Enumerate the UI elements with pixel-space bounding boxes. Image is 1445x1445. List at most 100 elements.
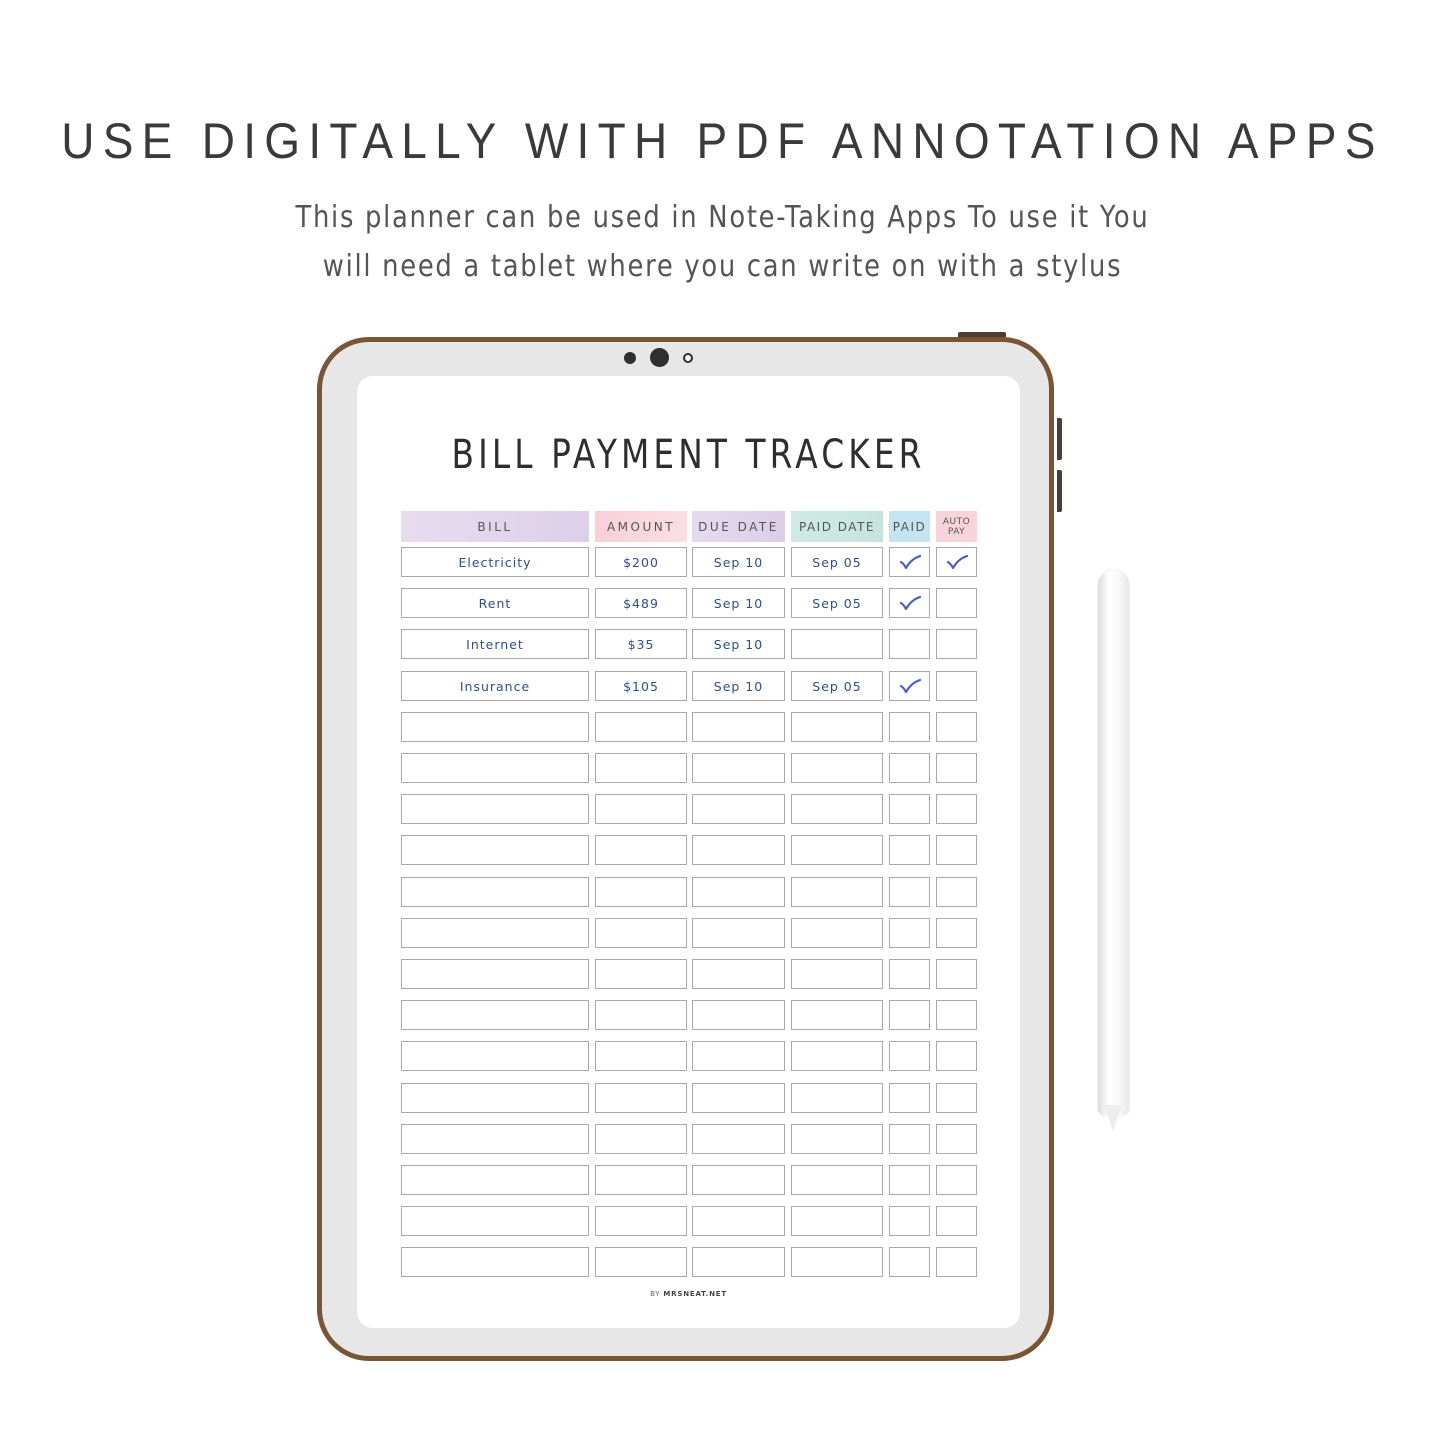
cell-auto-pay[interactable] (936, 588, 977, 618)
cell-paid-date[interactable] (791, 1000, 883, 1030)
cell-paid[interactable] (889, 959, 930, 989)
cell-bill[interactable] (401, 1083, 589, 1113)
cell-bill[interactable] (401, 1165, 589, 1195)
cell-due-date[interactable] (692, 1124, 785, 1154)
cell-due-date[interactable]: Sep 10 (692, 547, 785, 577)
cell-paid-date[interactable] (791, 835, 883, 865)
cell-auto-pay[interactable] (936, 794, 977, 824)
cell-paid-date[interactable] (791, 918, 883, 948)
cell-paid[interactable] (889, 629, 930, 659)
cell-due-date[interactable] (692, 1206, 785, 1236)
cell-paid[interactable] (889, 918, 930, 948)
cell-auto-pay[interactable] (936, 1041, 977, 1071)
cell-paid[interactable] (889, 547, 930, 577)
cell-bill[interactable] (401, 835, 589, 865)
cell-paid[interactable] (889, 1041, 930, 1071)
cell-bill[interactable]: Insurance (401, 671, 589, 701)
cell-due-date[interactable] (692, 1083, 785, 1113)
cell-paid-date[interactable] (791, 1124, 883, 1154)
cell-paid-date[interactable]: Sep 05 (791, 547, 883, 577)
cell-paid-date[interactable] (791, 1247, 883, 1277)
cell-auto-pay[interactable] (936, 547, 977, 577)
cell-auto-pay[interactable] (936, 1165, 977, 1195)
cell-bill[interactable]: Internet (401, 629, 589, 659)
cell-due-date[interactable] (692, 835, 785, 865)
cell-amount[interactable] (595, 1083, 687, 1113)
cell-auto-pay[interactable] (936, 918, 977, 948)
cell-bill[interactable]: Rent (401, 588, 589, 618)
cell-due-date[interactable] (692, 1247, 785, 1277)
cell-paid[interactable] (889, 877, 930, 907)
cell-paid[interactable] (889, 1124, 930, 1154)
cell-due-date[interactable]: Sep 10 (692, 629, 785, 659)
cell-paid-date[interactable] (791, 794, 883, 824)
cell-paid[interactable] (889, 588, 930, 618)
cell-bill[interactable] (401, 877, 589, 907)
cell-due-date[interactable]: Sep 10 (692, 588, 785, 618)
cell-bill[interactable] (401, 918, 589, 948)
cell-due-date[interactable]: Sep 10 (692, 671, 785, 701)
cell-amount[interactable] (595, 877, 687, 907)
cell-paid[interactable] (889, 835, 930, 865)
cell-due-date[interactable] (692, 1041, 785, 1071)
cell-due-date[interactable] (692, 959, 785, 989)
cell-due-date[interactable] (692, 794, 785, 824)
cell-bill[interactable] (401, 1000, 589, 1030)
cell-amount[interactable] (595, 1206, 687, 1236)
cell-amount[interactable] (595, 794, 687, 824)
cell-amount[interactable]: $489 (595, 588, 687, 618)
cell-paid-date[interactable] (791, 753, 883, 783)
cell-paid-date[interactable] (791, 712, 883, 742)
cell-auto-pay[interactable] (936, 629, 977, 659)
cell-auto-pay[interactable] (936, 1000, 977, 1030)
cell-auto-pay[interactable] (936, 1083, 977, 1113)
cell-paid[interactable] (889, 1165, 930, 1195)
cell-amount[interactable]: $200 (595, 547, 687, 577)
cell-paid[interactable] (889, 1000, 930, 1030)
cell-paid-date[interactable]: Sep 05 (791, 588, 883, 618)
cell-paid[interactable] (889, 1206, 930, 1236)
cell-auto-pay[interactable] (936, 712, 977, 742)
cell-paid[interactable] (889, 712, 930, 742)
cell-auto-pay[interactable] (936, 1124, 977, 1154)
cell-auto-pay[interactable] (936, 959, 977, 989)
cell-due-date[interactable] (692, 918, 785, 948)
cell-bill[interactable] (401, 1247, 589, 1277)
cell-amount[interactable] (595, 1041, 687, 1071)
cell-amount[interactable] (595, 1124, 687, 1154)
cell-paid-date[interactable] (791, 877, 883, 907)
cell-paid[interactable] (889, 1247, 930, 1277)
cell-amount[interactable] (595, 1165, 687, 1195)
cell-amount[interactable] (595, 753, 687, 783)
cell-amount[interactable]: $105 (595, 671, 687, 701)
cell-due-date[interactable] (692, 1000, 785, 1030)
cell-paid-date[interactable] (791, 1041, 883, 1071)
cell-paid-date[interactable]: Sep 05 (791, 671, 883, 701)
cell-paid[interactable] (889, 1083, 930, 1113)
cell-auto-pay[interactable] (936, 877, 977, 907)
cell-auto-pay[interactable] (936, 1206, 977, 1236)
cell-bill[interactable] (401, 959, 589, 989)
cell-bill[interactable] (401, 1041, 589, 1071)
cell-paid[interactable] (889, 671, 930, 701)
cell-amount[interactable]: $35 (595, 629, 687, 659)
cell-due-date[interactable] (692, 753, 785, 783)
cell-paid-date[interactable] (791, 959, 883, 989)
cell-bill[interactable] (401, 794, 589, 824)
cell-paid-date[interactable] (791, 1165, 883, 1195)
cell-amount[interactable] (595, 1000, 687, 1030)
cell-due-date[interactable] (692, 712, 785, 742)
cell-bill[interactable] (401, 1124, 589, 1154)
cell-bill[interactable] (401, 712, 589, 742)
cell-bill[interactable] (401, 753, 589, 783)
cell-paid[interactable] (889, 753, 930, 783)
cell-amount[interactable] (595, 1247, 687, 1277)
cell-amount[interactable] (595, 918, 687, 948)
cell-bill[interactable]: Electricity (401, 547, 589, 577)
cell-paid-date[interactable] (791, 1083, 883, 1113)
cell-paid[interactable] (889, 794, 930, 824)
cell-amount[interactable] (595, 959, 687, 989)
cell-auto-pay[interactable] (936, 835, 977, 865)
cell-paid-date[interactable] (791, 1206, 883, 1236)
cell-amount[interactable] (595, 835, 687, 865)
